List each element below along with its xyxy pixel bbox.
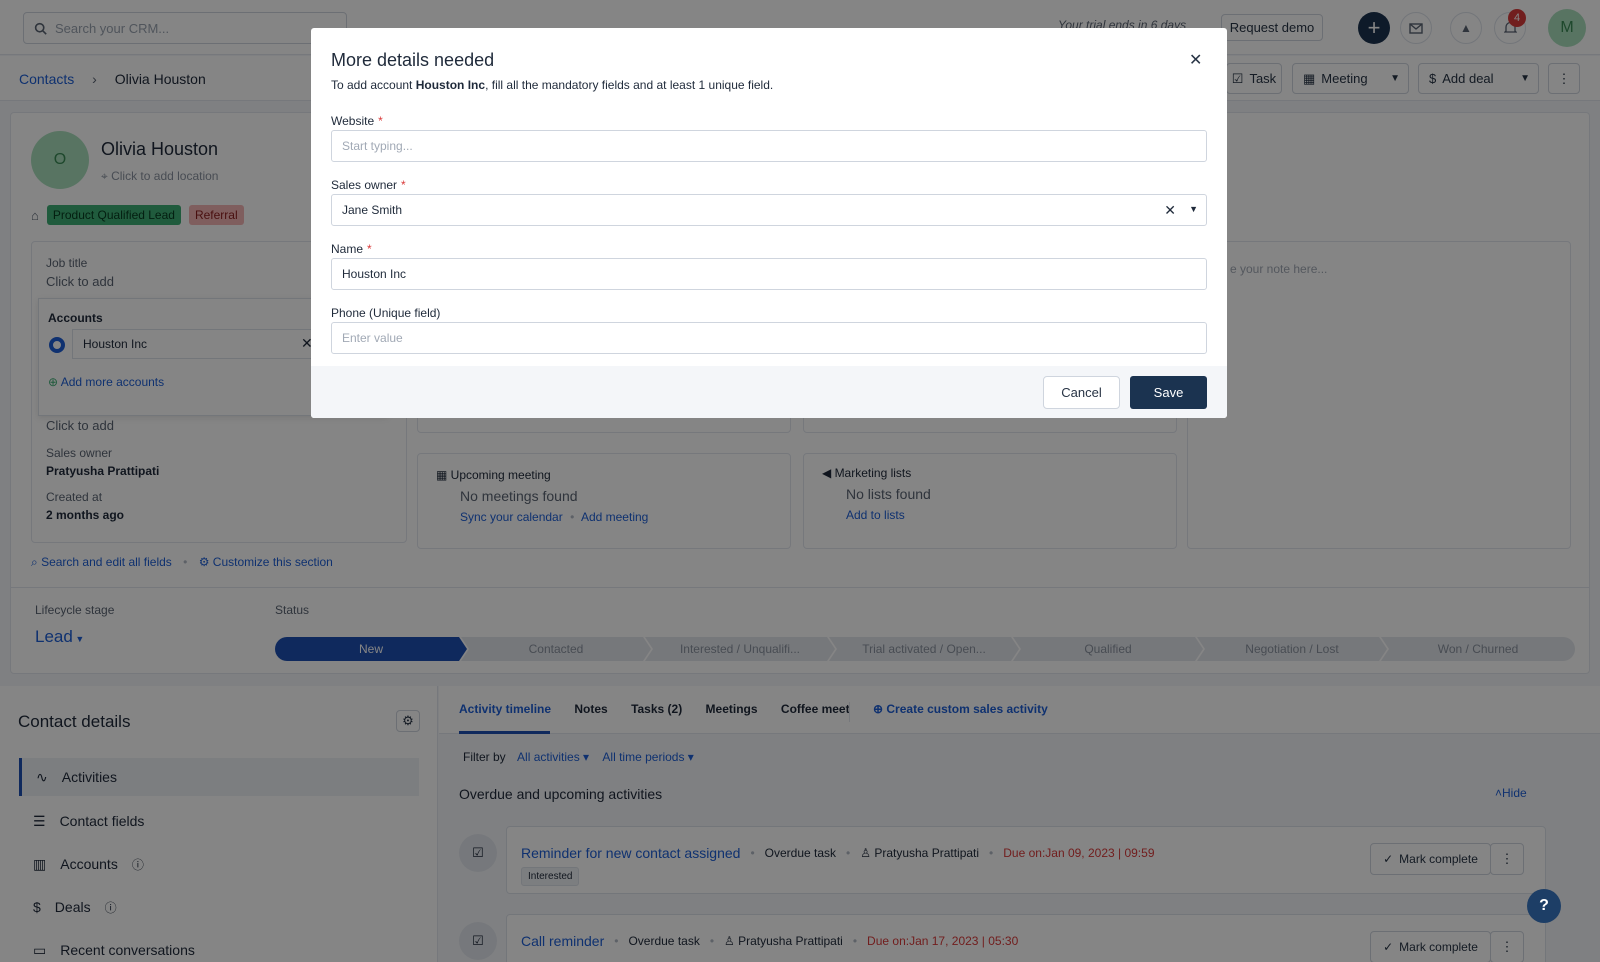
caret-down-icon[interactable]: ▼ [1189,204,1198,214]
clear-icon[interactable]: ✕ [1164,202,1176,219]
name-input[interactable]: Houston Inc [331,258,1207,290]
desc-account: Houston Inc [415,78,486,92]
cancel-label: Cancel [1061,385,1102,400]
sales-owner-label: Sales owner * [331,178,406,192]
required-marker: * [401,178,406,192]
sales-owner-select[interactable]: Jane Smith ✕ ▼ [331,194,1207,226]
name-label: Name * [331,242,372,256]
cancel-button[interactable]: Cancel [1043,376,1120,409]
required-marker: * [378,114,383,128]
phone-placeholder: Enter value [342,331,403,345]
modal-title: More details needed [331,50,495,70]
close-icon[interactable]: ✕ [1189,50,1202,70]
website-label: Website * [331,114,383,128]
website-placeholder: Start typing... [342,139,413,153]
phone-input[interactable]: Enter value [331,322,1207,354]
more-details-modal: More details needed ✕ To add account Hou… [311,28,1227,418]
sales-owner-value: Jane Smith [342,203,403,217]
sales-owner-label-text: Sales owner [331,178,398,192]
desc-prefix: To add account [331,78,416,92]
website-label-text: Website [331,114,375,128]
help-button[interactable]: ? [1527,889,1561,923]
save-button[interactable]: Save [1130,376,1207,409]
desc-suffix: , fill all the mandatory fields and at l… [485,78,774,92]
phone-label: Phone (Unique field) [331,306,441,320]
required-marker: * [367,242,372,256]
modal-footer: Cancel Save [311,366,1227,418]
name-label-text: Name [331,242,364,256]
save-label: Save [1153,385,1184,400]
website-input[interactable]: Start typing... [331,130,1207,162]
modal-description: To add account Houston Inc, fill all the… [331,78,773,92]
name-value: Houston Inc [342,267,407,281]
